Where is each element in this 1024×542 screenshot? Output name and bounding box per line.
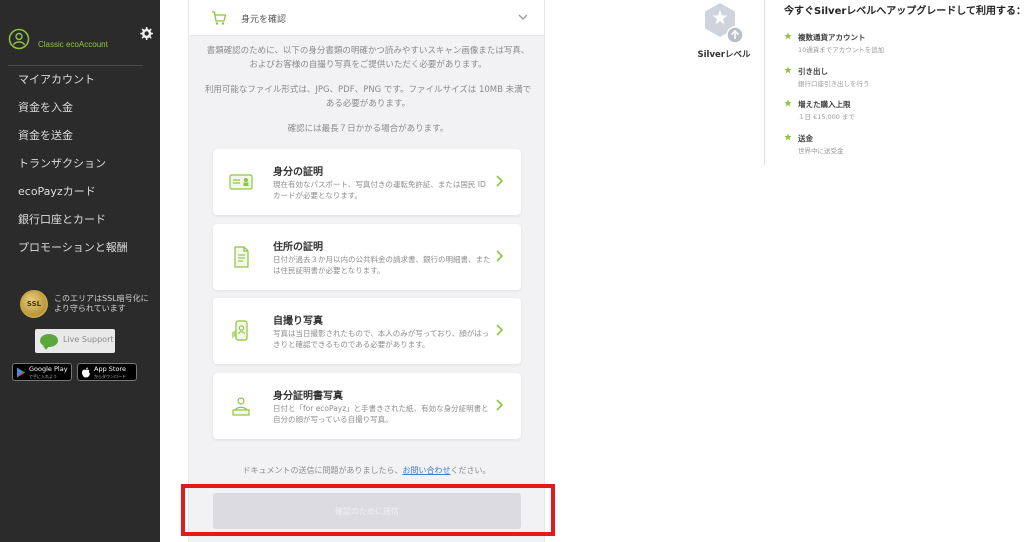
help-text: ドキュメントの送信に問題がありましたら、お問い合わせください。 — [189, 465, 544, 476]
chat-bubble-icon — [40, 334, 58, 350]
document-description: 日付が過去３か月以内の公共料金の請求書、銀行の明細書、または住民証明書が必要とな… — [273, 255, 491, 275]
id-card-icon — [229, 174, 253, 190]
user-icon — [8, 28, 30, 50]
star-icon — [784, 32, 792, 40]
chevron-right-icon — [496, 399, 503, 411]
sidebar-item-bank-accounts[interactable]: 銀行口座とカード — [18, 206, 158, 234]
sidebar-item-send-money[interactable]: 資金を送金 — [18, 122, 158, 150]
benefit-item: 引き出し 銀行口座引き出しを行う — [784, 66, 1014, 92]
sidebar-item-deposit[interactable]: 資金を入金 — [18, 94, 158, 122]
chevron-right-icon — [496, 324, 503, 336]
upgrade-title: 今すぐSilverレベルへアップグレードして利用する： — [784, 6, 1024, 17]
benefit-title: 引き出し — [798, 67, 828, 76]
document-description: 写真は当日撮影されたもので、本人のみが写っており、顔がはっきりと確認できるもので… — [273, 329, 490, 349]
help-prefix: ドキュメントの送信に問題がありましたら、 — [242, 466, 403, 475]
document-item-identity[interactable]: 身分の証明 現在有効なパスポート、写真付きの運転免許証、または国民 ID カード… — [213, 149, 521, 215]
ssl-notice: SSL このエリアはSSL暗号化により守られています — [20, 290, 150, 324]
live-support-button[interactable]: Live Support — [35, 329, 115, 353]
star-icon — [784, 133, 792, 141]
document-title: 身分の証明 — [273, 167, 323, 178]
submit-for-verification-button[interactable]: 確認のために送信 — [213, 493, 521, 529]
level-name: Silverレベル — [697, 50, 751, 60]
document-icon — [234, 246, 249, 268]
silver-level-badge-icon — [705, 3, 744, 44]
selfie-icon — [232, 320, 248, 341]
sidebar-menu: マイアカウント 資金を入金 資金を送金 トランザクション ecoPayzカード … — [18, 66, 158, 262]
google-play-icon — [17, 367, 25, 378]
sidebar-item-my-account[interactable]: マイアカウント — [18, 66, 158, 94]
sidebar-item-ecopayz-card[interactable]: ecoPayzカード — [18, 178, 158, 206]
benefit-item: 送金 世界中に送受金 — [784, 133, 1014, 159]
vertical-divider — [764, 0, 765, 166]
gear-icon[interactable] — [138, 26, 154, 42]
benefit-title: 送金 — [798, 134, 813, 143]
intro-paragraph-2: 利用可能なファイル形式は、JPG、PDF、PNG です。ファイルサイズは 10M… — [204, 85, 532, 109]
sidebar: Classic ecoAccount マイアカウント 資金を入金 資金を送金 ト… — [0, 0, 160, 542]
ssl-badge-icon: SSL — [20, 290, 48, 318]
benefit-item: 複数通貨アカウント 10通貨までアカウントを追加 — [784, 32, 1014, 58]
document-title: 住所の証明 — [273, 242, 323, 253]
benefit-subtitle: 銀行口座引き出しを行う — [798, 80, 870, 88]
card-header-title: 身元を確認 — [241, 15, 287, 25]
document-title: 自撮り写真 — [273, 316, 323, 327]
benefit-subtitle: 世界中に送受金 — [798, 147, 844, 155]
benefit-subtitle: １日 €15,000 まで — [798, 113, 856, 121]
help-suffix: ください。 — [450, 466, 491, 475]
account-header[interactable]: Classic ecoAccount — [8, 26, 156, 58]
app-store-label: App Store — [94, 365, 126, 373]
star-icon — [784, 99, 792, 107]
google-play-sub: で手に入れよう — [29, 374, 57, 379]
contact-us-link[interactable]: お問い合わせ — [403, 466, 451, 475]
benefit-title: 増えた購入上限 — [798, 100, 851, 109]
google-play-label: Google Play — [29, 365, 68, 373]
app-store-sub: からダウンロード — [94, 374, 126, 379]
card-header[interactable]: 身元を確認 — [189, 0, 544, 36]
account-type-label: Classic ecoAccount — [38, 40, 108, 49]
app-store-button[interactable]: App Store からダウンロード — [77, 363, 137, 381]
ssl-text: このエリアはSSL暗号化により守られています — [54, 294, 149, 313]
intro-text: 書類確認のために、以下の身分書類の明確かつ読みやすいスキャン画像または写真、およ… — [203, 44, 533, 147]
apple-icon — [82, 367, 90, 378]
document-description: 現在有効なパスポート、写真付きの運転免許証、または国民 ID カードが必要となり… — [273, 180, 486, 200]
chevron-down-icon[interactable] — [518, 12, 528, 22]
star-icon — [784, 66, 792, 74]
chevron-right-icon — [496, 250, 503, 262]
document-title: 身分証明書写真 — [273, 391, 343, 402]
benefit-subtitle: 10通貨までアカウントを追加 — [798, 46, 885, 54]
document-item-selfie[interactable]: 自撮り写真 写真は当日撮影されたもので、本人のみが写っており、顔がはっきりと確認… — [213, 298, 521, 364]
id-photo-icon — [232, 397, 250, 416]
document-item-id-photo[interactable]: 身分証明書写真 日付と「for ecoPayz」と手書きされた紙、有効な身分証明… — [213, 373, 521, 439]
google-play-button[interactable]: Google Play で手に入れよう — [12, 363, 72, 381]
intro-paragraph-3: 確認には最長７日かかる場合があります。 — [287, 124, 449, 134]
cart-icon — [212, 11, 227, 25]
intro-paragraph-1: 書類確認のために、以下の身分書類の明確かつ読みやすいスキャン画像または写真、およ… — [206, 46, 530, 70]
document-item-address[interactable]: 住所の証明 日付が過去３か月以内の公共料金の請求書、銀行の明細書、または住民証明… — [213, 224, 521, 290]
document-description: 日付と「for ecoPayz」と手書きされた紙、有効な身分証明書と自分の顔が写… — [273, 404, 489, 424]
ssl-badge-label: SSL — [26, 300, 42, 308]
chevron-right-icon — [496, 175, 503, 187]
benefit-item: 増えた購入上限 １日 €15,000 まで — [784, 99, 1014, 125]
verify-identity-card: 身元を確認 書類確認のために、以下の身分書類の明確かつ読みやすいスキャン画像また… — [188, 0, 545, 542]
live-support-label: Live Support — [63, 335, 114, 344]
benefit-title: 複数通貨アカウント — [798, 33, 866, 42]
sidebar-item-promotions[interactable]: プロモーションと報酬 — [18, 234, 158, 262]
sidebar-item-transactions[interactable]: トランザクション — [18, 150, 158, 178]
